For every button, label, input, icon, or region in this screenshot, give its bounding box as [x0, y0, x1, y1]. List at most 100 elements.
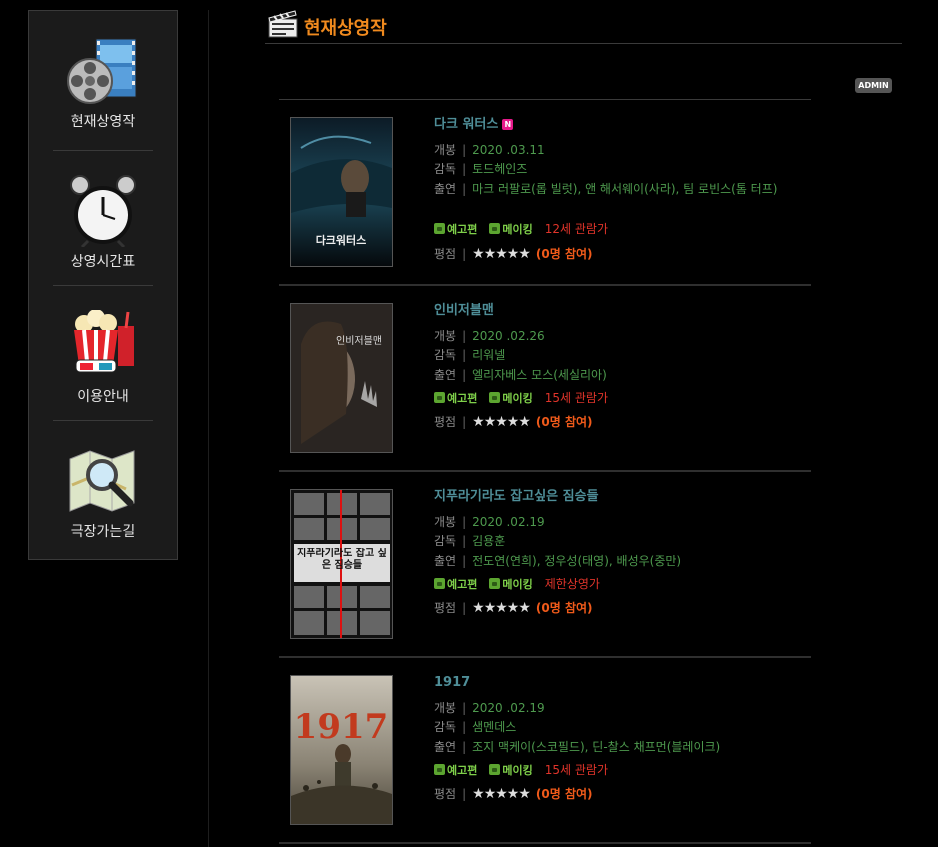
play-icon	[489, 578, 501, 589]
movie-title-link[interactable]: 다크 워터스	[434, 117, 498, 135]
open-date: 2020 .02.19	[472, 515, 545, 529]
star-rating[interactable]: ★★★★★	[472, 246, 531, 262]
director-label: 감독	[434, 720, 457, 734]
poster-title: 1917	[294, 707, 389, 747]
participants-count: (0명 참여)	[535, 787, 593, 801]
sidebar-item-guide[interactable]: 이용안내	[29, 286, 177, 411]
sidebar-item-label: 극장가는길	[70, 524, 136, 540]
movie-title-link[interactable]: 인비저블맨	[434, 303, 494, 321]
separator: |	[462, 348, 467, 362]
separator: |	[462, 329, 467, 343]
sidebar-item-label: 이용안내	[77, 389, 129, 405]
open-date: 2020 .03.11	[472, 143, 545, 157]
play-icon	[489, 223, 501, 234]
movie-title-link[interactable]: 지푸라기라도 잡고싶은 짐승들	[434, 489, 599, 507]
age-rating: 15세 관람가	[544, 763, 608, 777]
making-button[interactable]: 메이킹	[489, 577, 533, 593]
separator: |	[462, 740, 467, 754]
open-label: 개봉	[434, 701, 457, 715]
age-rating: 15세 관람가	[544, 391, 608, 405]
director-value: 리워넬	[472, 348, 506, 362]
new-badge: N	[502, 119, 514, 130]
separator: |	[462, 787, 467, 801]
making-label: 메이킹	[502, 578, 533, 591]
sidebar-item-label: 현재상영작	[70, 114, 136, 130]
cast-value: 조지 맥케이(스코필드), 딘-찰스 채프먼(블레이크)	[472, 740, 721, 754]
sidebar-item-schedule[interactable]: 상영시간표	[29, 151, 177, 276]
clapperboard-icon	[268, 10, 298, 38]
open-label: 개봉	[434, 515, 457, 529]
popcorn-icon	[74, 310, 134, 373]
making-button[interactable]: 메이킹	[489, 222, 533, 238]
separator: |	[462, 162, 467, 176]
poster-title: 지푸라기라도 잡고 싶은 짐승들	[297, 548, 387, 571]
poster-title: 다크워터스	[316, 233, 367, 247]
separator: |	[462, 515, 467, 529]
open-date: 2020 .02.19	[472, 701, 545, 715]
rating-label: 평점	[434, 601, 457, 615]
movie-poster[interactable]: 1917	[290, 675, 393, 825]
movie-title-link[interactable]: 1917	[434, 675, 470, 693]
admin-button[interactable]: ADMIN	[855, 78, 892, 93]
separator: |	[462, 720, 467, 734]
separator: |	[462, 182, 467, 196]
open-label: 개봉	[434, 329, 457, 343]
making-button[interactable]: 메이킹	[489, 763, 533, 779]
open-label: 개봉	[434, 143, 457, 157]
trailer-button[interactable]: 예고편	[434, 763, 477, 779]
play-icon	[434, 223, 445, 234]
trailer-button[interactable]: 예고편	[434, 391, 477, 407]
divider	[279, 842, 811, 844]
age-rating: 제한상영가	[544, 577, 600, 591]
map-search-icon	[69, 450, 135, 512]
cast-label: 출연	[434, 554, 457, 568]
play-icon	[434, 578, 445, 589]
separator: |	[462, 701, 467, 715]
director-label: 감독	[434, 534, 457, 548]
column-divider	[208, 10, 209, 847]
play-icon	[489, 392, 501, 403]
cast-value: 엘리자베스 모스(세실리아)	[472, 368, 607, 382]
rating-label: 평점	[434, 415, 457, 429]
sidebar-item-now-showing[interactable]: 현재상영작	[29, 11, 177, 136]
divider	[265, 43, 902, 44]
cast-label: 출연	[434, 740, 457, 754]
sidebar-item-directions[interactable]: 극장가는길	[29, 421, 177, 546]
play-icon	[489, 764, 501, 775]
star-rating[interactable]: ★★★★★	[472, 414, 531, 430]
director-value: 김용훈	[472, 534, 506, 548]
movie-item: 다크워터스 다크 워터스 N 개봉 | 2020 .03.11 감독 | 토드헤인즈 출연…	[279, 100, 811, 286]
director-label: 감독	[434, 348, 457, 362]
movie-item: 1917 1917 개봉 | 2020 .02.19 감독 | 샘멘데스 출연 | 조지 맥…	[279, 658, 811, 844]
rating-label: 평점	[434, 247, 457, 261]
separator: |	[462, 415, 467, 429]
separator: |	[462, 368, 467, 382]
trailer-button[interactable]: 예고편	[434, 222, 477, 238]
age-rating: 12세 관람가	[544, 222, 608, 236]
movie-item: 인비저블맨 인비저블맨 개봉 | 2020 .02.26 감독 | 리워넬 출연 | 엘리자…	[279, 286, 811, 472]
participants-count: (0명 참여)	[535, 415, 593, 429]
movie-poster[interactable]: 인비저블맨	[290, 303, 393, 453]
cast-value: 마크 러팔로(롭 빌럿), 앤 해서웨이(사라), 팀 로빈스(톰 터프)	[472, 182, 778, 196]
separator: |	[462, 534, 467, 548]
alarm-clock-icon	[70, 175, 136, 247]
cast-value: 전도연(연희), 정우성(태영), 배성우(중만)	[472, 554, 682, 568]
making-label: 메이킹	[502, 223, 533, 236]
play-icon	[434, 392, 445, 403]
making-button[interactable]: 메이킹	[489, 391, 533, 407]
movie-poster[interactable]: 지푸라기라도 잡고 싶은 짐승들	[290, 489, 393, 639]
separator: |	[462, 143, 467, 157]
page-title: 현재상영작	[304, 18, 387, 39]
trailer-label: 예고편	[447, 578, 478, 591]
star-rating[interactable]: ★★★★★	[472, 786, 531, 802]
trailer-label: 예고편	[447, 764, 478, 777]
film-reel-icon	[67, 38, 137, 104]
trailer-label: 예고편	[447, 392, 478, 405]
trailer-label: 예고편	[447, 223, 478, 236]
movie-poster[interactable]: 다크워터스	[290, 117, 393, 267]
making-label: 메이킹	[502, 764, 533, 777]
open-date: 2020 .02.26	[472, 329, 545, 343]
sidebar: 현재상영작 상영시간표 이용안내 극장가는길	[28, 10, 178, 560]
star-rating[interactable]: ★★★★★	[472, 600, 531, 616]
trailer-button[interactable]: 예고편	[434, 577, 477, 593]
